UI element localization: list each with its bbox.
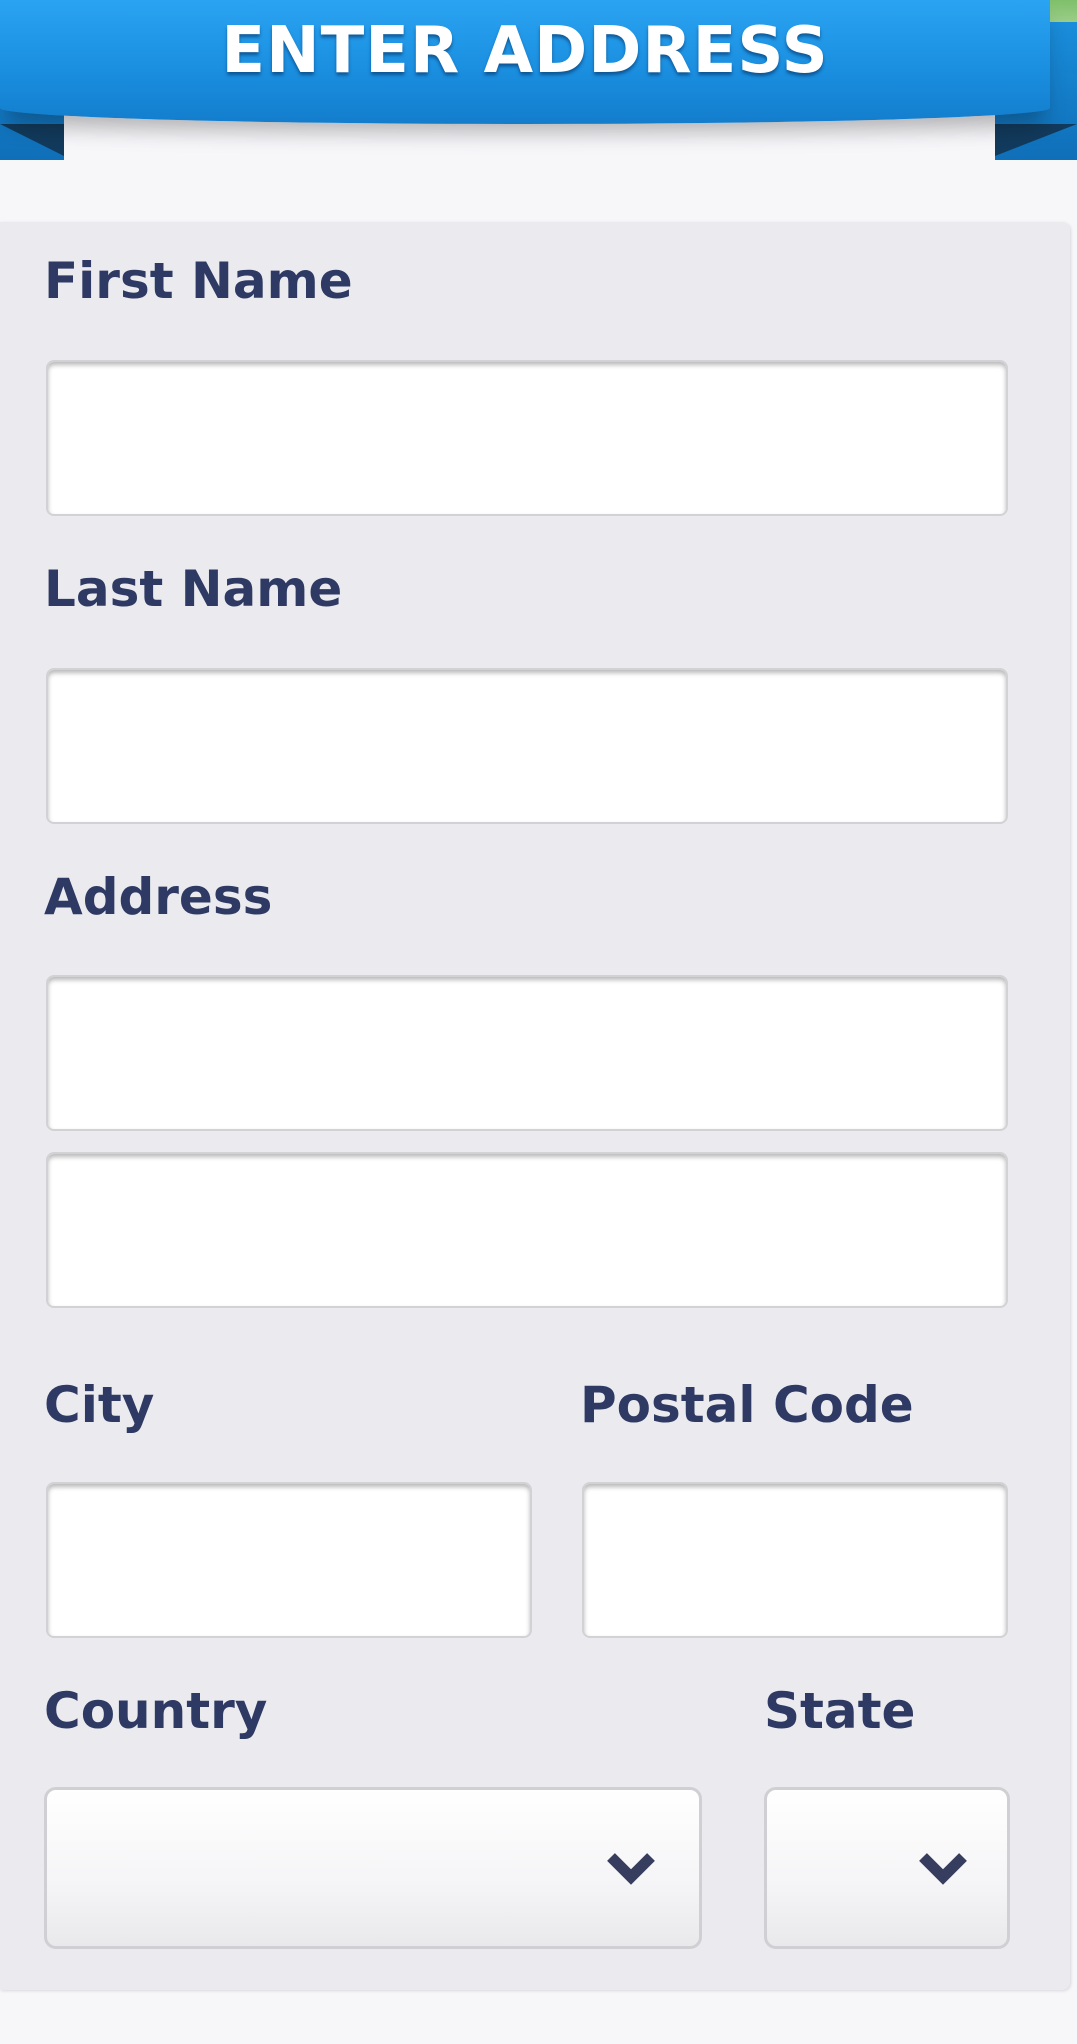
country-select[interactable] bbox=[44, 1787, 702, 1949]
address-line2-input[interactable] bbox=[46, 1152, 1008, 1308]
chevron-down-icon bbox=[919, 1853, 967, 1885]
page-title: ENTER ADDRESS bbox=[221, 14, 829, 88]
address-form: First Name Last Name Address City Postal… bbox=[0, 222, 1070, 1990]
address-label: Address bbox=[44, 868, 273, 926]
postal-code-input[interactable] bbox=[582, 1482, 1008, 1638]
city-input[interactable] bbox=[46, 1482, 532, 1638]
chevron-down-icon bbox=[607, 1853, 655, 1885]
ribbon-fold-left bbox=[0, 124, 64, 156]
first-name-input[interactable] bbox=[46, 360, 1008, 516]
header-banner: ENTER ADDRESS bbox=[0, 0, 1077, 165]
state-select[interactable] bbox=[764, 1787, 1010, 1949]
city-label: City bbox=[44, 1376, 155, 1434]
address-line1-input[interactable] bbox=[46, 975, 1008, 1131]
ribbon-fold-right bbox=[995, 124, 1077, 156]
last-name-label: Last Name bbox=[44, 560, 343, 618]
first-name-label: First Name bbox=[44, 252, 353, 310]
postal-code-label: Postal Code bbox=[580, 1376, 914, 1434]
country-label: Country bbox=[44, 1682, 268, 1740]
last-name-input[interactable] bbox=[46, 668, 1008, 824]
state-label: State bbox=[764, 1682, 916, 1740]
